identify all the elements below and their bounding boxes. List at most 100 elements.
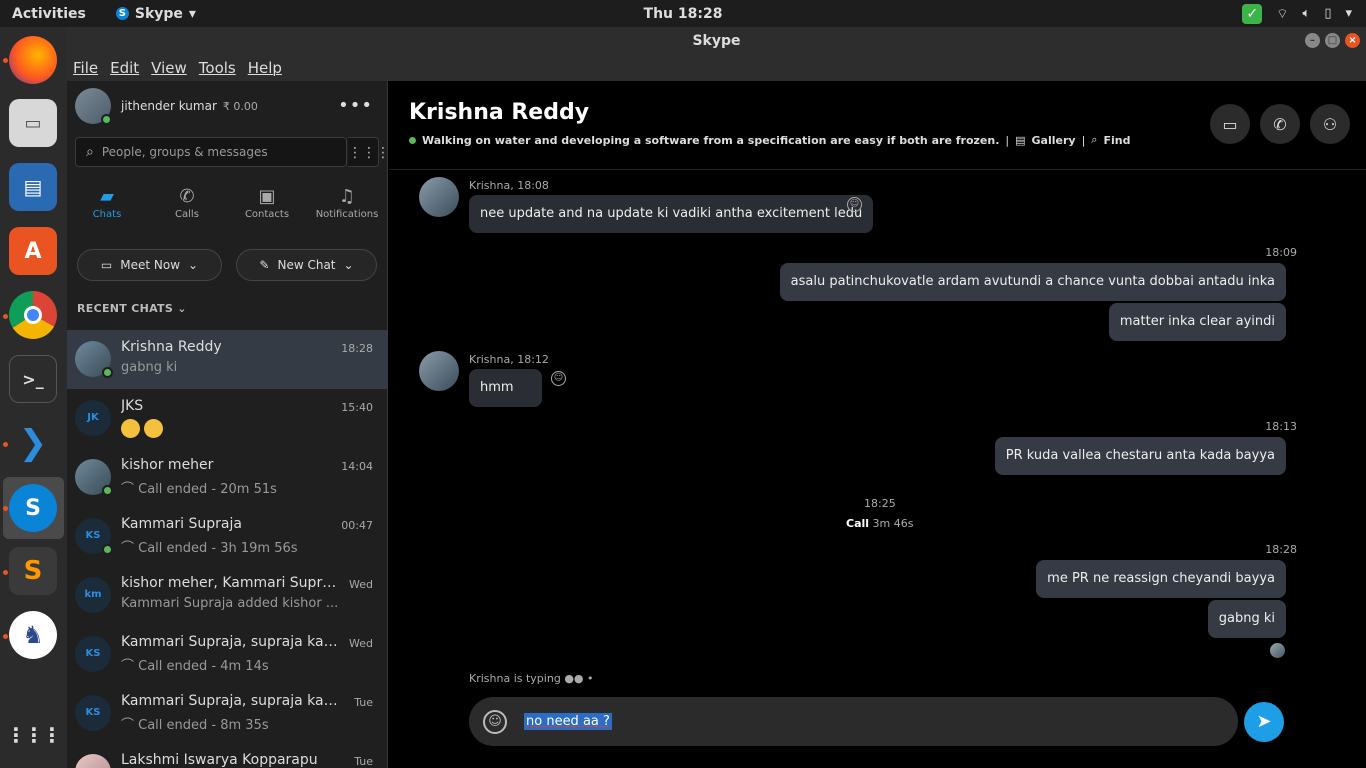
search-input[interactable]: ⌕ People, groups & messages — [75, 137, 347, 167]
gallery-link[interactable]: Gallery — [1032, 134, 1076, 147]
skype-icon[interactable]: S — [9, 484, 57, 532]
conversation-title[interactable]: Krishna Reddy — [409, 100, 589, 125]
avatar: km — [75, 577, 111, 613]
more-options-icon[interactable]: ••• — [338, 95, 373, 116]
audio-call-button[interactable]: ✆ — [1260, 104, 1300, 144]
menu-tools[interactable]: Tools — [199, 59, 236, 77]
chat-row[interactable]: kishor meher ⌒ Call ended - 20m 51s 14:0… — [67, 448, 388, 507]
avatar[interactable] — [419, 177, 459, 217]
app-menu[interactable]: S Skype ▾ — [115, 6, 196, 22]
chat-preview-text: Call ended - 20m 51s — [138, 482, 277, 497]
send-button[interactable]: ➤ — [1244, 702, 1284, 742]
chat-preview: ⌒ Call ended - 3h 19m 56s — [121, 537, 351, 556]
chat-row[interactable]: Krishna Reddy gabng ki 18:28 — [67, 330, 388, 389]
close-button[interactable]: × — [1345, 33, 1360, 48]
menu-bar: File Edit View Tools Help — [67, 55, 1366, 81]
terminal-icon[interactable]: >_ — [9, 355, 57, 403]
find-link[interactable]: Find — [1103, 134, 1130, 147]
menu-file[interactable]: File — [73, 59, 98, 77]
activities-button[interactable]: Activities — [12, 6, 86, 22]
tab-calls[interactable]: ✆ Calls — [147, 185, 227, 235]
chat-row[interactable]: KS Kammari Supraja, supraja kamm... ⌒ Ca… — [67, 684, 388, 743]
sublime-text-icon[interactable]: S — [9, 547, 57, 595]
menu-edit[interactable]: Edit — [110, 59, 139, 77]
meet-now-button[interactable]: ▭ Meet Now ⌄ — [77, 249, 222, 281]
system-top-bar: Activities S Skype ▾ Thu 18:28 ✓ ⌔ 🔈︎ ▯ … — [0, 0, 1366, 27]
phone-icon: ✆ — [1273, 114, 1287, 134]
software-center-icon[interactable]: A — [9, 227, 57, 275]
message-bubble[interactable]: PR kuda vallea chestaru anta kada bayya — [994, 437, 1286, 475]
menu-help[interactable]: Help — [248, 59, 282, 77]
chat-preview: ⌒ Call ended - 4m 14s — [121, 655, 351, 674]
message-input[interactable]: no need aa ? — [524, 713, 612, 730]
writer-icon[interactable]: ▤ — [9, 163, 57, 211]
dialpad-icon[interactable]: ⋮⋮⋮ — [348, 137, 390, 167]
message-bubble[interactable]: hmm — [469, 369, 542, 407]
elephant-icon[interactable]: ♞ — [9, 611, 57, 659]
avatar[interactable] — [419, 351, 459, 391]
call-summary[interactable]: Call 3m 46s — [846, 517, 914, 530]
video-icon: ▭ — [100, 258, 113, 272]
chat-name: kishor meher, Kammari Supraja — [121, 575, 341, 591]
message-bubble[interactable]: gabng ki — [1207, 600, 1286, 638]
system-tray[interactable]: ✓ ⌔ 🔈︎ ▯ ▾ — [1242, 3, 1352, 24]
video-call-button[interactable]: ▭ — [1210, 104, 1250, 144]
check-icon[interactable]: ✓ — [1242, 3, 1263, 24]
typing-indicator: Krishna is typing ●● • — [469, 672, 594, 685]
chat-row[interactable]: Lakshmi Iswarya Kopparapu Tue — [67, 743, 388, 768]
chat-preview: ⌒ Call ended - 20m 51s — [121, 478, 351, 497]
chat-preview-text: Call ended - 3h 19m 56s — [138, 541, 298, 556]
minimize-button[interactable]: – — [1305, 33, 1320, 48]
chat-name: JKS — [121, 398, 144, 414]
tab-chats[interactable]: ▰ Chats — [67, 185, 147, 235]
maximize-button[interactable]: □ — [1325, 33, 1340, 48]
wifi-icon: ⌔ — [1276, 6, 1289, 22]
message-time: 18:13 — [1265, 420, 1297, 433]
chrome-icon[interactable] — [9, 291, 57, 339]
chat-name: Kammari Supraja, supraja kamm... — [121, 693, 341, 709]
chevron-down-icon: ▾ — [1345, 6, 1352, 21]
running-indicator — [3, 506, 8, 511]
chat-row[interactable]: KS Kammari Supraja, supraja kam... ⌒ Cal… — [67, 625, 388, 684]
chat-row[interactable]: JK JKS 15:40 — [67, 389, 388, 448]
message-composer[interactable]: ☺ no need aa ? — [469, 697, 1238, 746]
message-bubble[interactable]: me PR ne reassign cheyandi bayya — [1036, 560, 1286, 598]
call-duration: 3m 46s — [872, 517, 914, 530]
dock: ▭ ▤ A >_ ❯ S S ♞ ⋮⋮⋮ — [0, 27, 67, 768]
message-bubble[interactable]: nee update and na update ki vadiki antha… — [469, 195, 874, 233]
files-icon[interactable]: ▭ — [9, 99, 57, 147]
call-actions: ▭ ✆ ⚇ — [1210, 104, 1350, 144]
divider: | — [1005, 133, 1010, 147]
chat-preview-text: Call ended - 4m 14s — [138, 659, 269, 674]
avatar[interactable] — [75, 88, 112, 125]
add-people-button[interactable]: ⚇ — [1310, 104, 1350, 144]
message-bubble[interactable]: matter inka clear ayindi — [1108, 303, 1286, 341]
reaction-icon[interactable]: ☺ — [551, 371, 566, 386]
chat-preview: gabng ki — [121, 360, 178, 375]
chat-row[interactable]: km kishor meher, Kammari Supraja Kammari… — [67, 566, 388, 625]
message-bubble[interactable]: asalu patinchukovatle ardam avutundi a c… — [779, 263, 1286, 301]
tab-contacts[interactable]: ▣ Contacts — [227, 185, 307, 235]
menu-view[interactable]: View — [151, 59, 187, 77]
firefox-icon[interactable] — [9, 36, 57, 84]
tab-label: Contacts — [244, 209, 290, 220]
avatar-initials: KS — [85, 530, 101, 541]
volume-icon: 🔈︎ — [1302, 6, 1311, 21]
message-meta: Krishna, 18:12 — [469, 353, 549, 366]
chat-name: Kammari Supraja, supraja kam... — [121, 634, 341, 650]
vscode-icon[interactable]: ❯ — [9, 419, 57, 467]
avatar — [75, 341, 113, 378]
profile[interactable]: jithender kumar ₹ 0.00 — [75, 88, 258, 125]
running-indicator — [3, 570, 8, 575]
battery-icon: ▯ — [1324, 6, 1332, 21]
clock[interactable]: Thu 18:28 — [644, 6, 723, 22]
avatar: KS — [75, 518, 113, 555]
reaction-icon[interactable]: ☺ — [847, 197, 862, 212]
chat-row[interactable]: KS Kammari Supraja ⌒ Call ended - 3h 19m… — [67, 507, 388, 566]
recent-chats-header[interactable]: RECENT CHATS ⌄ — [77, 302, 187, 315]
show-applications-icon[interactable]: ⋮⋮⋮ — [6, 711, 62, 759]
tab-label: Calls — [175, 209, 199, 220]
emoji-icon[interactable]: ☺ — [483, 709, 507, 734]
new-chat-button[interactable]: ✎ New Chat ⌄ — [236, 249, 377, 281]
tab-notifications[interactable]: ♫ Notifications — [307, 185, 387, 235]
